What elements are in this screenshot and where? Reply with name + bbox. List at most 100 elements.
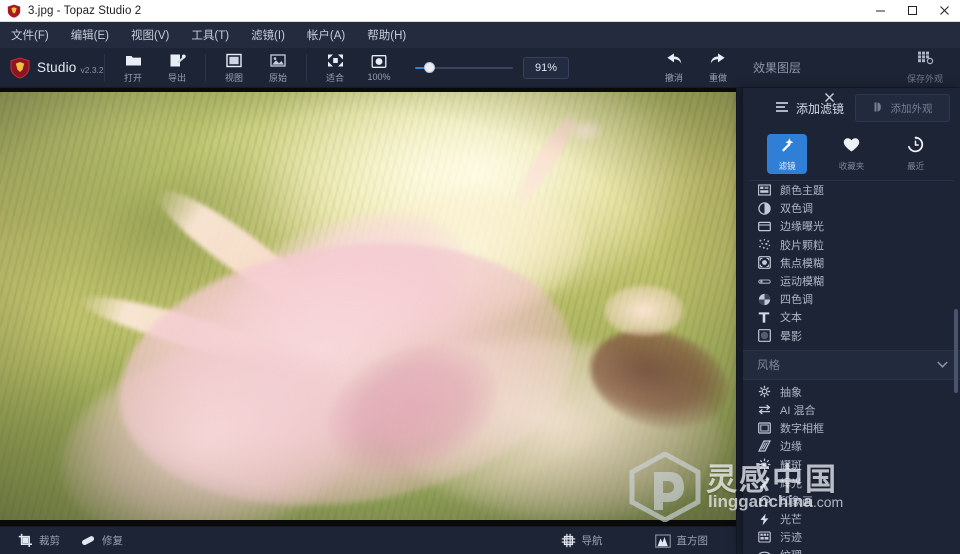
- menu-filters[interactable]: 滤镜(I): [240, 22, 296, 48]
- filter-label: 污迹: [780, 532, 802, 545]
- view-button[interactable]: 视图: [212, 48, 256, 88]
- menu-bar: 文件(F) 编辑(E) 视图(V) 工具(T) 滤镜(I) 帐户(A) 帮助(H…: [0, 22, 960, 48]
- fit-button[interactable]: 适合: [313, 48, 357, 88]
- filter-quadtone[interactable]: 四色调: [743, 290, 960, 308]
- navigator-label: 导航: [581, 535, 603, 547]
- bottom-left-group: 裁剪 修复: [0, 527, 133, 554]
- filter-edge[interactable]: 边缘: [743, 437, 960, 455]
- crop-icon: [18, 533, 33, 548]
- filter-smudge[interactable]: 污迹: [743, 528, 960, 546]
- tab-recent[interactable]: 最近: [896, 134, 936, 174]
- view-tool-group: 视图 原始: [206, 48, 306, 87]
- look-icon: [873, 101, 885, 116]
- add-look-button[interactable]: 添加外观: [855, 94, 950, 122]
- filter-tabs: 滤镜 收藏夹 最近: [743, 128, 960, 180]
- filter-ai-blend[interactable]: AI 混合: [743, 401, 960, 419]
- save-look-button[interactable]: 保存外观: [890, 48, 960, 87]
- filter-motion-blur[interactable]: 运动模糊: [743, 272, 960, 290]
- brand-version: v2.3.2: [80, 64, 104, 75]
- add-look-label: 添加外观: [890, 102, 933, 115]
- texture-icon: [757, 548, 771, 554]
- zoom-100-label: 100%: [367, 72, 391, 82]
- open-label: 打开: [123, 72, 142, 83]
- filter-list[interactable]: 颜色主题 双色调 边缘曝光 胶片颗粒 焦点模糊 运动模糊 四色调 文本 晕影 风…: [743, 181, 960, 554]
- effect-layers-title: 效果图层: [753, 61, 802, 75]
- filter-texture[interactable]: 纹理: [743, 546, 960, 554]
- folder-icon: [125, 52, 142, 69]
- zoom-slider-thumb[interactable]: [424, 61, 435, 73]
- filter-duotone[interactable]: 双色调: [743, 199, 960, 217]
- filter-focus-blur[interactable]: 焦点模糊: [743, 254, 960, 272]
- filter-abstract[interactable]: 抽象: [743, 383, 960, 401]
- text-icon: [757, 310, 771, 324]
- export-button[interactable]: 导出: [155, 48, 199, 88]
- menu-tools[interactable]: 工具(T): [180, 22, 240, 48]
- section-style-label: 风格: [757, 359, 780, 372]
- original-button[interactable]: 原始: [256, 48, 300, 88]
- filter-rays[interactable]: 光芒: [743, 510, 960, 528]
- crop-button[interactable]: 裁剪: [8, 527, 70, 554]
- filter-list-scrollbar[interactable]: [954, 309, 958, 393]
- filter-label: 辉光: [780, 477, 802, 490]
- close-button[interactable]: [928, 0, 960, 22]
- chevron-down-icon[interactable]: [937, 359, 948, 371]
- brand-name: Studio: [37, 60, 77, 75]
- filter-glow[interactable]: 辉光: [743, 474, 960, 492]
- menu-file[interactable]: 文件(F): [0, 22, 60, 48]
- filter-digital-frame[interactable]: 数字相框: [743, 419, 960, 437]
- filter-label: 印象画: [780, 495, 813, 508]
- filter-vignette[interactable]: 晕影: [743, 327, 960, 345]
- clock-history-icon: [907, 136, 924, 158]
- repair-button[interactable]: 修复: [70, 527, 133, 554]
- magic-wand-icon: [779, 136, 796, 158]
- maximize-button[interactable]: [896, 0, 928, 22]
- ai-blend-icon: [757, 403, 771, 417]
- section-style[interactable]: 风格: [743, 349, 960, 380]
- filter-flare[interactable]: 耀斑: [743, 455, 960, 473]
- zoom-slider[interactable]: [415, 58, 513, 78]
- filter-edge-exposure[interactable]: 边缘曝光: [743, 217, 960, 235]
- zoom-100-button[interactable]: 100%: [357, 48, 401, 88]
- save-look-icon: [917, 50, 934, 70]
- open-button[interactable]: 打开: [111, 48, 155, 88]
- save-look-label: 保存外观: [906, 74, 943, 84]
- filter-color-theme[interactable]: 颜色主题: [743, 181, 960, 199]
- navigator-grid-icon: [561, 533, 576, 548]
- filter-film-grain[interactable]: 胶片颗粒: [743, 236, 960, 254]
- filter-impression[interactable]: 印象画: [743, 492, 960, 510]
- filter-label: 抽象: [780, 386, 802, 399]
- close-icon[interactable]: [822, 90, 836, 104]
- minimize-button[interactable]: [864, 0, 896, 22]
- zoom-value-field[interactable]: 91%: [523, 56, 569, 79]
- redo-label: 重做: [708, 73, 727, 83]
- repair-label: 修复: [102, 535, 123, 547]
- navigator-button[interactable]: 导航: [551, 527, 613, 554]
- undo-arrow-icon: [665, 52, 683, 69]
- tab-filters-label: 滤镜: [778, 161, 796, 171]
- view-panes-icon: [226, 52, 242, 69]
- menu-help[interactable]: 帮助(H): [356, 22, 417, 48]
- add-filter-title: 添加滤镜: [796, 101, 845, 116]
- filter-label: 边缘: [780, 441, 802, 454]
- menu-account[interactable]: 帐户(A): [296, 22, 356, 48]
- redo-button[interactable]: 重做: [696, 48, 740, 88]
- tab-filters[interactable]: 滤镜: [767, 134, 808, 174]
- zoom-control: 91%: [401, 56, 569, 79]
- digital-frame-icon: [757, 421, 771, 435]
- topaz-studio-window: 3.jpg - Topaz Studio 2 文件(F) 编辑(E) 视图(V)…: [0, 0, 960, 554]
- add-filter-header: 添加滤镜 添加外观: [743, 88, 960, 128]
- redo-arrow-icon: [709, 52, 727, 69]
- filter-label: 数字相框: [780, 423, 824, 436]
- film-grain-icon: [757, 238, 771, 252]
- image-canvas[interactable]: [0, 88, 736, 526]
- file-tool-group: 打开 导出: [105, 48, 205, 87]
- filter-text[interactable]: 文本: [743, 308, 960, 326]
- crop-label: 裁剪: [39, 535, 60, 547]
- histogram-label: 直方图: [676, 535, 709, 547]
- tab-favorites[interactable]: 收藏夹: [831, 134, 871, 174]
- undo-label: 撤消: [664, 73, 683, 83]
- undo-button[interactable]: 撤消: [652, 48, 696, 88]
- menu-view[interactable]: 视图(V): [120, 22, 180, 48]
- histogram-button[interactable]: 直方图: [645, 527, 719, 554]
- menu-edit[interactable]: 编辑(E): [60, 22, 120, 48]
